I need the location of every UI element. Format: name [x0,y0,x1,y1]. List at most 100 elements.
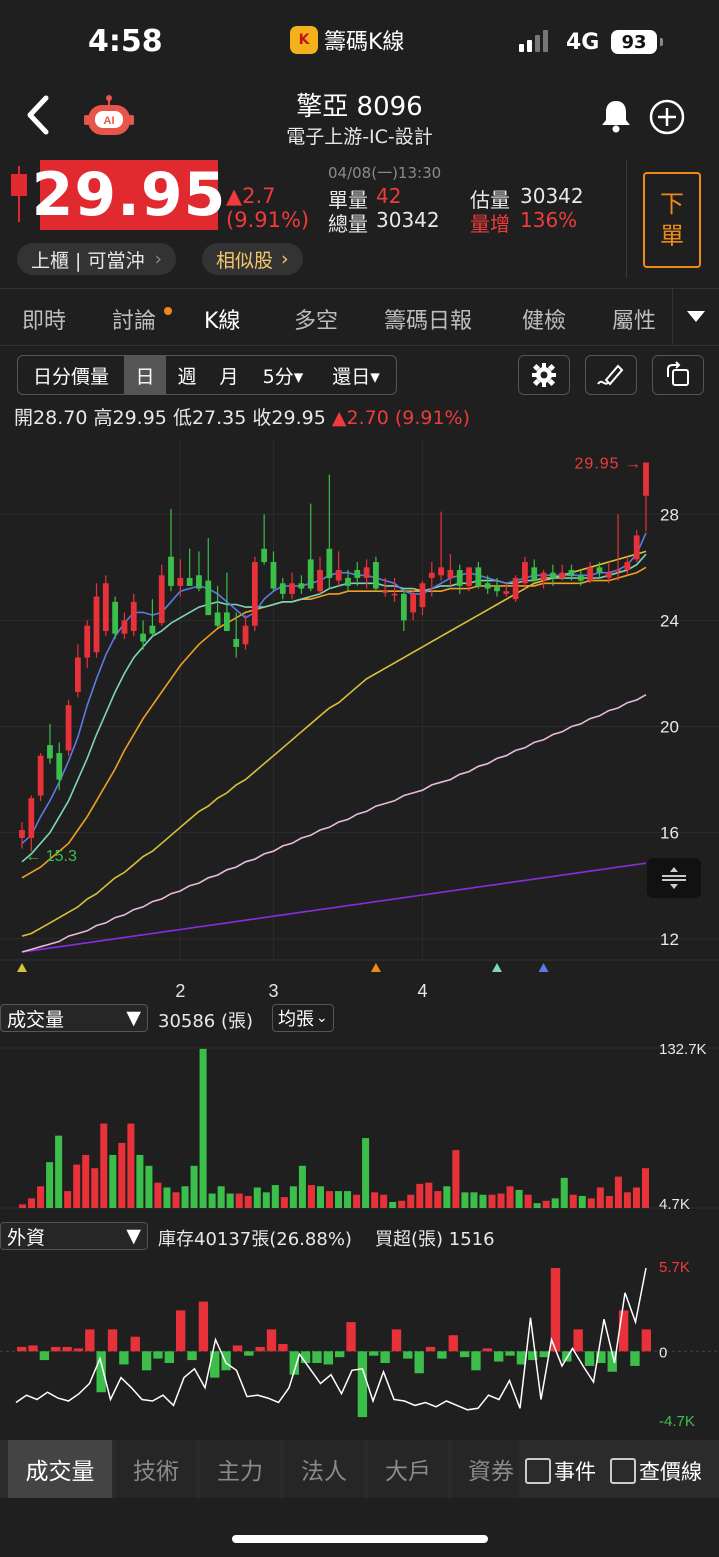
ma120-line [21,694,647,953]
volume-bar [298,1165,306,1208]
volume-bar [452,1150,460,1208]
chevron-right-icon: › [154,248,163,270]
volume-bar [163,1187,171,1208]
btab-technical[interactable]: 技術 [116,1440,196,1498]
unit-toggle[interactable]: 均張 ⌄ [272,1004,334,1032]
foreign-zero-label: 0 [659,1344,667,1361]
volume-bar [28,1198,36,1208]
foreign-bar [459,1351,470,1358]
foreign-indicator-select[interactable]: 外資 ▼ [0,1222,148,1250]
period-week[interactable]: 週 [166,356,208,394]
add-watchlist-icon[interactable] [648,98,686,136]
market-tag[interactable]: 上櫃 | 可當沖 › [17,243,177,275]
volume-bar [64,1191,72,1208]
foreign-bar [244,1351,254,1356]
volume-bar [407,1194,415,1208]
candle-body [559,572,566,578]
candle-body [419,583,426,608]
tab-realtime[interactable]: 即時 [22,303,66,335]
total-volume: 30342 [376,208,440,232]
volume-bar [479,1194,487,1208]
current-price: 29.95 [31,160,227,230]
high-label: 高 [93,407,113,429]
tab-long-short[interactable]: 多空 [294,303,338,335]
candle-body [456,570,463,586]
period-5min[interactable]: 5分▾ [250,356,316,394]
order-label-1: 下 [660,190,684,218]
candle-body [47,745,53,759]
ohlc-change: ▲2.70 (9.91%) [331,407,471,429]
candle-body [37,755,44,796]
bell-icon[interactable] [598,98,634,134]
volume-chart[interactable]: 132.7K 4.7K [0,1034,719,1216]
volume-bar [641,1168,649,1208]
event-label: 事件 [554,1460,596,1484]
price-line-label: 查價線 [639,1460,702,1484]
close-value: 29.95 [271,407,326,429]
candle-body [19,830,25,838]
period-month[interactable]: 月 [208,356,250,394]
candle-body [587,567,594,581]
candle-body [233,638,240,647]
tab-discussion[interactable]: 討論 [112,303,156,335]
volume-bar [443,1186,451,1208]
y-tick-label: 16 [660,824,679,843]
candle-body [391,593,398,596]
btab-institutional[interactable]: 法人 [284,1440,364,1498]
btab-main-force[interactable]: 主力 [200,1440,280,1498]
candle-body [224,612,230,632]
y-tick-label: 24 [660,611,679,630]
resize-handle-icon[interactable] [647,858,701,898]
volume-bar [398,1200,406,1208]
btab-volume[interactable]: 成交量 [8,1440,112,1498]
event-marker-icon [370,963,381,972]
settings-icon[interactable] [518,355,570,395]
draw-tool-icon[interactable] [585,355,637,395]
volume-bar [118,1142,126,1208]
volume-bar [271,1185,279,1208]
tabs-dropdown-icon[interactable] [672,289,719,345]
foreign-bar [28,1345,38,1352]
volume-bar [100,1123,108,1208]
period-intraday[interactable]: 日分價量 [18,356,124,394]
quote-datetime: 04/08(一)13:30 [328,164,442,182]
stock-header: AI 擎亞 8096 電子上游-IC-設計 [0,80,719,150]
volume-bar [127,1123,135,1208]
mini-candle-icon [11,166,27,222]
candle-body [102,583,109,632]
bottom-indicator-tabs: 成交量 技術 主力 法人 大戶 資券 事件 查價線 [0,1440,719,1498]
foreign-bar [482,1348,492,1352]
candle-body [466,567,472,586]
candle-body [158,575,165,624]
price-line-checkbox[interactable]: 查價線 [610,1456,702,1486]
btab-big-holders[interactable]: 大戶 [368,1440,448,1498]
volume-bar [55,1135,63,1208]
tab-health[interactable]: 健檢 [522,303,566,335]
candlestick-chart[interactable]: 28 24 20 16 12 2 3 4 29.95 → ← 15.3 [0,440,719,1000]
foreign-bar [335,1351,345,1358]
foreign-bar [369,1351,379,1356]
period-day[interactable]: 日 [124,356,166,394]
place-order-button[interactable]: 下 單 [643,172,701,268]
candle-body [242,625,249,645]
checkbox-icon [525,1458,551,1484]
event-checkbox[interactable]: 事件 [525,1456,596,1486]
x-tick-label: 4 [417,981,427,1000]
volume-bar [109,1154,117,1208]
foreign-chart[interactable]: 5.7K 0 -4.7K [0,1252,719,1436]
tab-kline[interactable]: K線 [204,303,240,335]
event-marker-icon [17,963,27,972]
home-indicator [232,1535,488,1543]
volume-bar [335,1191,343,1208]
close-label: 收 [252,407,272,429]
volume-bar [154,1182,162,1208]
rotate-screen-icon[interactable] [652,355,704,395]
volume-bar [46,1162,54,1208]
tab-attributes[interactable]: 屬性 [612,303,656,335]
btab-margin[interactable]: 資券 [452,1440,518,1498]
tab-chip-daily[interactable]: 籌碼日報 [384,303,472,335]
volume-indicator-select[interactable]: 成交量 ▼ [0,1004,148,1032]
price-adjust[interactable]: 還日▾ [316,356,396,394]
similar-stocks-button[interactable]: 相似股 › [202,243,303,275]
foreign-bar [380,1351,390,1363]
